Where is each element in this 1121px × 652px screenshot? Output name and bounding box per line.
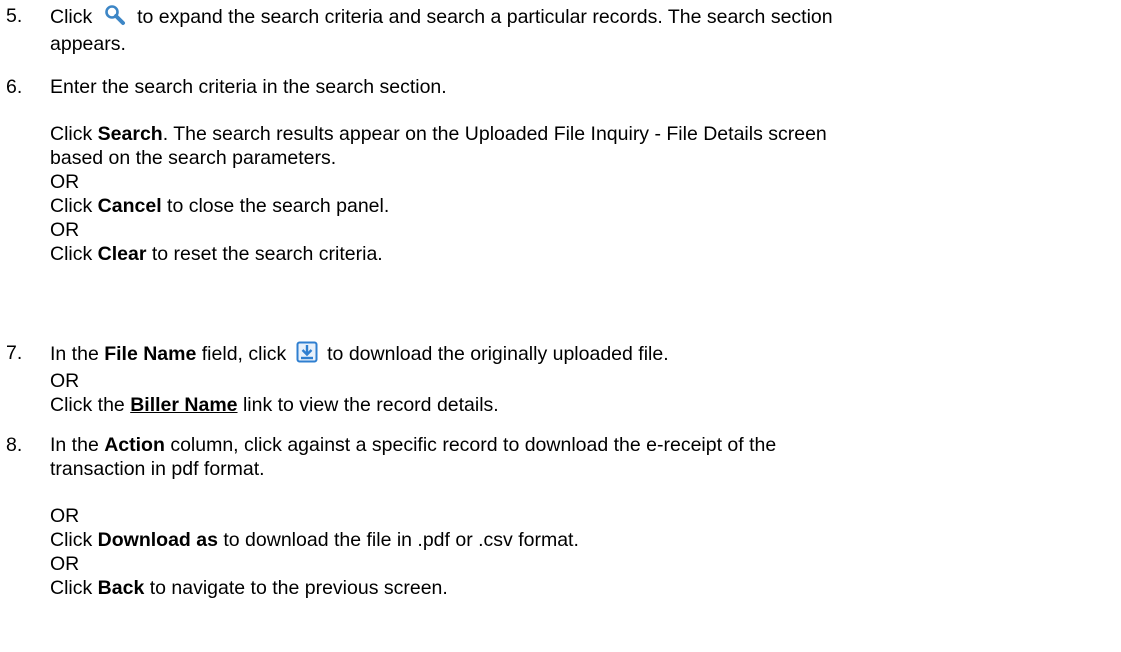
step-line: appears. — [50, 33, 126, 55]
step-body: In the Action column, click against a sp… — [50, 433, 1115, 600]
action-label: Action — [104, 434, 165, 456]
file-name-instruction: In the File Name field, click to downloa… — [50, 341, 1115, 369]
step-intro: Enter the search criteria in the search … — [50, 76, 447, 98]
back-instruction: Click Back to navigate to the previous s… — [50, 577, 448, 599]
or-text: OR — [50, 171, 80, 193]
or-text: OR — [50, 370, 80, 392]
action-instruction: In the Action column, click against a sp… — [50, 434, 777, 456]
search-label: Search — [97, 123, 163, 145]
step-body: In the File Name field, click to downloa… — [50, 341, 1115, 417]
cancel-label: Cancel — [97, 195, 162, 217]
download-as-label: Download as — [97, 529, 218, 551]
step-number: 6. — [6, 76, 23, 98]
clear-label: Clear — [97, 243, 147, 265]
search-icon — [104, 4, 126, 32]
action-instruction-cont: transaction in pdf format. — [50, 458, 265, 480]
step-number: 7. — [6, 342, 23, 364]
file-name-label: File Name — [104, 343, 197, 365]
step-number: 5. — [6, 5, 23, 27]
download-icon — [296, 341, 318, 369]
step-text: to expand the search criteria and search… — [137, 6, 833, 28]
biller-instruction: Click the Biller Name link to view the r… — [50, 394, 499, 416]
step-line: Click to expand the search criteria and … — [50, 4, 1115, 32]
or-text: OR — [50, 505, 80, 527]
cancel-instruction: Click Cancel to close the search panel. — [50, 195, 390, 217]
step-body: Click to expand the search criteria and … — [50, 4, 1115, 56]
back-label: Back — [97, 577, 145, 599]
or-text: OR — [50, 553, 80, 575]
step-text: Click — [50, 6, 93, 28]
search-instruction-cont: based on the search parameters. — [50, 147, 337, 169]
search-instruction: Click Search. The search results appear … — [50, 123, 827, 145]
step-number: 8. — [6, 434, 23, 456]
biller-name-link[interactable]: Biller Name — [130, 394, 237, 416]
step-body: Enter the search criteria in the search … — [50, 75, 1115, 266]
download-as-instruction: Click Download as to download the file i… — [50, 529, 579, 551]
clear-instruction: Click Clear to reset the search criteria… — [50, 243, 383, 265]
or-text: OR — [50, 219, 80, 241]
